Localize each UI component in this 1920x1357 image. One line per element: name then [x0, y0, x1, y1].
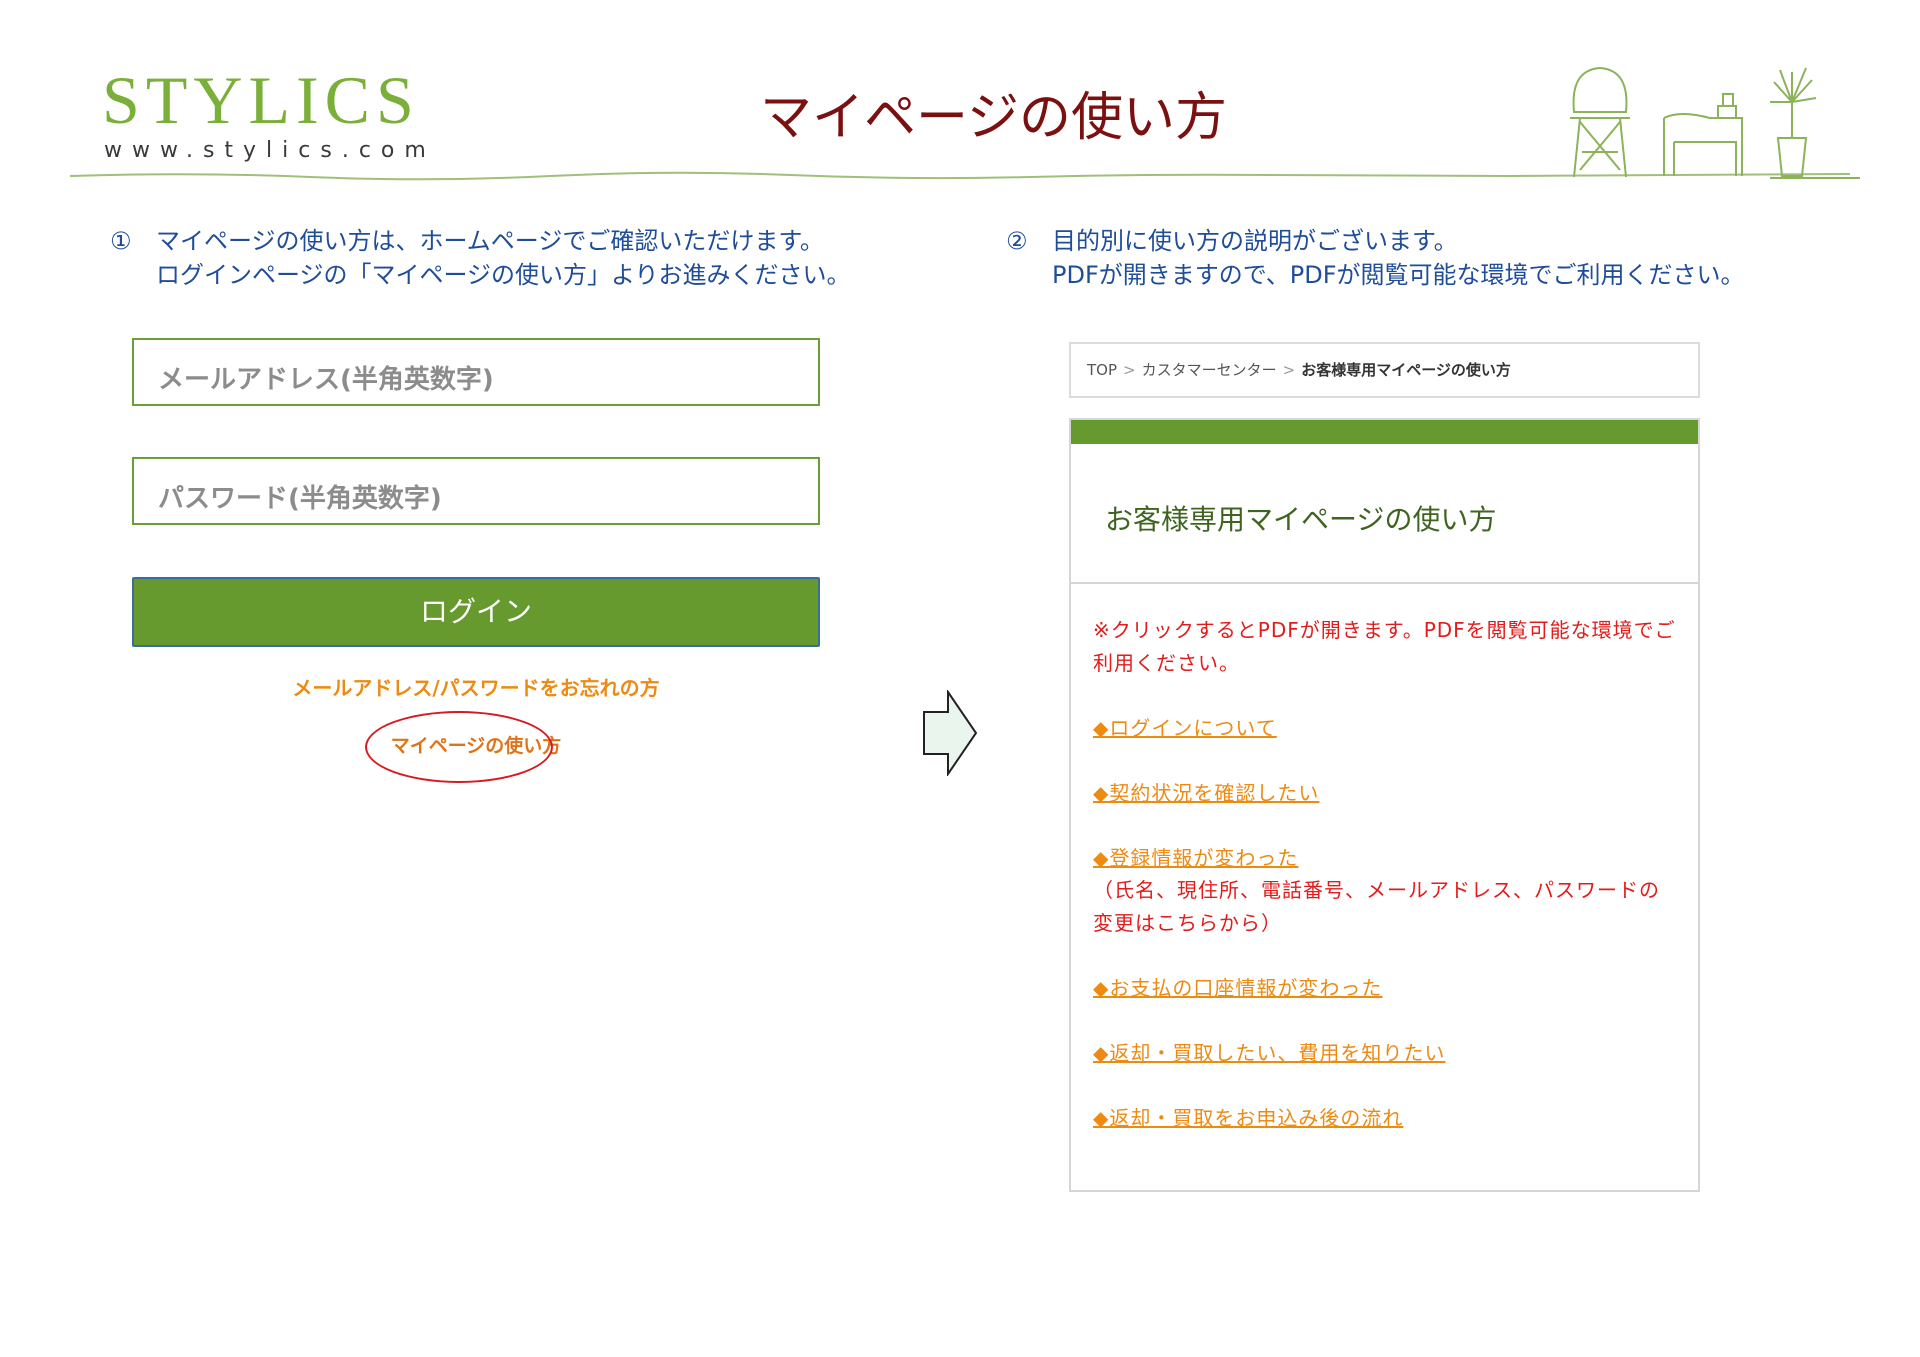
breadcrumb-separator: >: [1123, 361, 1136, 379]
breadcrumb-item-top[interactable]: TOP: [1087, 361, 1117, 379]
step-text-line1: 目的別に使い方の説明がございます。: [1052, 227, 1458, 255]
instruction-step-1: ① マイページの使い方は、ホームページでご確認いただけます。 ログインページの「マ…: [110, 224, 851, 292]
password-placeholder: パスワード(半角英数字): [158, 484, 442, 514]
breadcrumb-item-customer-center[interactable]: カスタマーセンター: [1142, 361, 1277, 379]
step-text-line2: PDFが開きますので、PDFが閲覧可能な環境でご利用ください。: [1052, 261, 1745, 289]
page-title: マイページの使い方: [760, 88, 1227, 148]
breadcrumb: TOP > カスタマーセンター > お客様専用マイページの使い方: [1069, 342, 1700, 398]
panel-header-bar: [1071, 420, 1698, 444]
logo-url: www.stylics.com: [104, 138, 436, 163]
pdf-link-payment-account[interactable]: ◆お支払の口座情報が変わった: [1093, 972, 1382, 1001]
step-number: ②: [1006, 227, 1028, 255]
highlight-ellipse: [365, 711, 553, 783]
pdf-link-login[interactable]: ◆ログインについて: [1093, 712, 1277, 741]
step-number: ①: [110, 227, 132, 255]
panel-title: お客様専用マイページの使い方: [1105, 503, 1497, 536]
pdf-notice: ※クリックするとPDFが開きます。PDFを閲覧可能な環境でご利用ください。: [1093, 618, 1676, 675]
pdf-link-registration-change[interactable]: ◆登録情報が変わった: [1093, 842, 1298, 871]
panel-divider: [1071, 582, 1698, 584]
registration-change-note: （氏名、現住所、電話番号、メールアドレス、パスワードの変更はこちらから）: [1093, 878, 1660, 935]
breadcrumb-separator: >: [1282, 361, 1296, 379]
pdf-link-return-purchase-cost[interactable]: ◆返却・買取したい、費用を知りたい: [1093, 1037, 1445, 1066]
email-field[interactable]: メールアドレス(半角英数字): [132, 338, 820, 406]
logo: STYLICS: [102, 62, 420, 138]
pdf-link-after-application-flow[interactable]: ◆返却・買取をお申込み後の流れ: [1093, 1102, 1403, 1131]
howto-panel: お客様専用マイページの使い方 ※クリックするとPDFが開きます。PDFを閲覧可能…: [1069, 418, 1700, 1192]
password-field[interactable]: パスワード(半角英数字): [132, 457, 820, 525]
email-placeholder: メールアドレス(半角英数字): [158, 365, 494, 395]
step-text-line2: ログインページの「マイページの使い方」よりお進みください。: [156, 261, 851, 289]
furniture-illustration: [1570, 66, 1860, 179]
right-arrow-icon: [923, 690, 978, 776]
pdf-link-contract-status[interactable]: ◆契約状況を確認したい: [1093, 777, 1319, 806]
breadcrumb-current: お客様専用マイページの使い方: [1301, 361, 1511, 379]
forgot-credentials-link[interactable]: メールアドレス/パスワードをお忘れの方: [132, 672, 820, 701]
step-text-line1: マイページの使い方は、ホームページでご確認いただけます。: [156, 227, 824, 255]
login-button[interactable]: ログイン: [132, 577, 820, 647]
instruction-step-2: ② 目的別に使い方の説明がございます。 PDFが開きますので、PDFが閲覧可能な環…: [1006, 224, 1745, 292]
